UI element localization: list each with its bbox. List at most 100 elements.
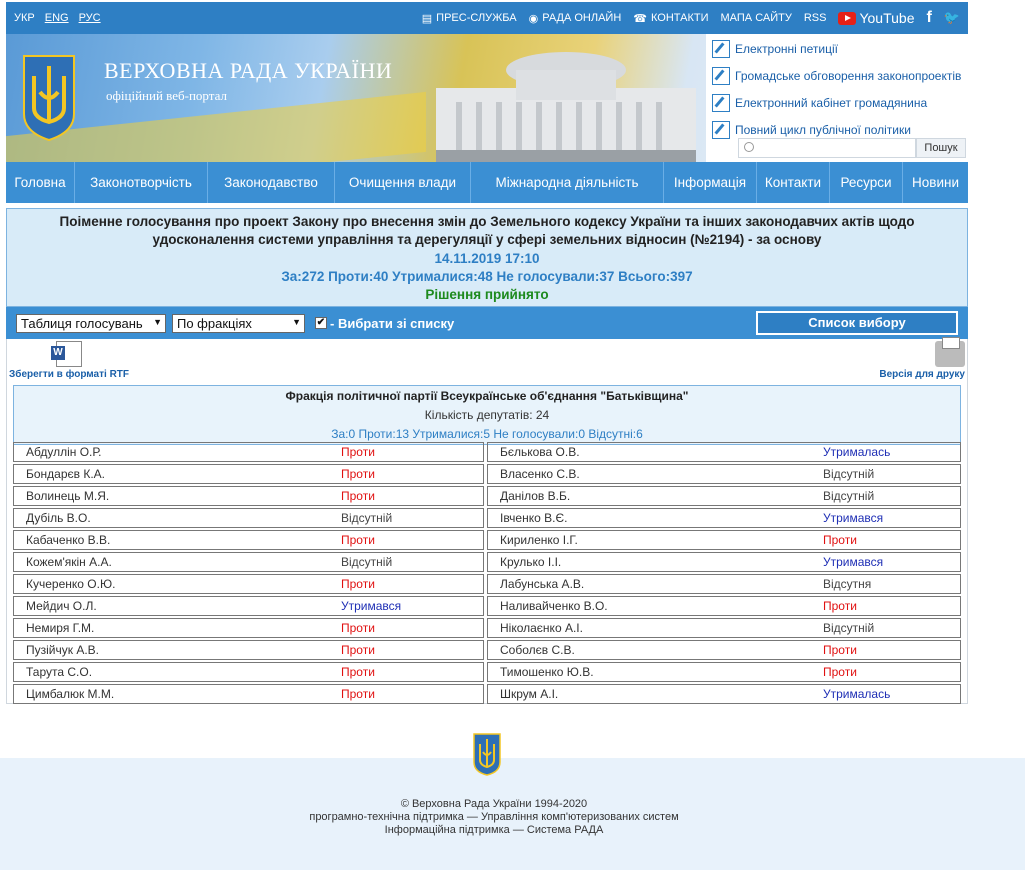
faction-name: Фракція політичної партії Всеукраїнське … bbox=[285, 389, 689, 403]
view-controls: Таблиця голосувань По фракціях ✔ - Вибра… bbox=[6, 307, 968, 339]
coat-of-arms-icon[interactable] bbox=[20, 52, 78, 142]
quick-links-panel: Електронні петиції Громадське обговоренн… bbox=[706, 34, 968, 162]
deputy-vote: Проти bbox=[823, 665, 857, 679]
deputy-row: Крулько І.І. Утримався bbox=[487, 552, 961, 572]
deputy-vote: Проти bbox=[341, 489, 375, 503]
rada-online-link[interactable]: ◉ РАДА ОНЛАЙН bbox=[529, 12, 622, 25]
citizen-cabinet-label: Електронний кабінет громадянина bbox=[735, 96, 928, 110]
deputy-name: Соболєв С.В. bbox=[500, 643, 575, 657]
deputy-vote: Проти bbox=[341, 577, 375, 591]
deputy-name: Абдуллін О.Р. bbox=[26, 445, 102, 459]
lang-ukr[interactable]: УКР bbox=[14, 12, 35, 24]
deputy-row: Данілов В.Б. Відсутній bbox=[487, 486, 961, 506]
deputy-name: Кожем'якін А.А. bbox=[26, 555, 112, 569]
select-from-list-checkbox[interactable]: ✔ - Вибрати зі списку bbox=[315, 316, 454, 331]
print-version-link[interactable]: Версія для друку bbox=[879, 337, 965, 380]
deputies-column-right: Бєлькова О.В. Утрималась Власенко С.В. Відс… bbox=[487, 442, 961, 706]
vote-summary: Поіменне голосування про проект Закону п… bbox=[6, 208, 968, 307]
nav-information[interactable]: Інформація bbox=[664, 162, 757, 203]
nav-lustration[interactable]: Очищення влади bbox=[335, 162, 471, 203]
view-select[interactable]: Таблиця голосувань bbox=[16, 313, 166, 333]
deputy-row: Кабаченко В.В. Проти bbox=[13, 530, 484, 550]
sitemap-link[interactable]: МАПА САЙТУ bbox=[721, 12, 792, 24]
public-discussion-link[interactable]: Громадське обговорення законопроектів bbox=[712, 67, 968, 85]
deputy-row: Пузійчук А.В. Проти bbox=[13, 640, 484, 660]
deputy-name: Дубіль В.О. bbox=[26, 511, 91, 525]
deputy-vote: Проти bbox=[341, 687, 375, 701]
checkbox-label: - Вибрати зі списку bbox=[330, 315, 455, 331]
contacts-link[interactable]: ☎ КОНТАКТИ bbox=[633, 12, 708, 25]
nav-lawmaking[interactable]: Законотворчість bbox=[75, 162, 208, 203]
policy-cycle-link[interactable]: Повний цикл публічної політики bbox=[712, 121, 968, 139]
deputy-vote: Відсутній bbox=[823, 489, 875, 503]
nav-resources[interactable]: Ресурси bbox=[830, 162, 903, 203]
deputy-vote: Проти bbox=[341, 533, 375, 547]
faction-header: Фракція політичної партії Всеукраїнське … bbox=[13, 385, 961, 445]
site-title[interactable]: ВЕРХОВНА РАДА УКРАЇНИ bbox=[104, 58, 392, 84]
rada-online-label: РАДА ОНЛАЙН bbox=[542, 12, 622, 24]
nav-home[interactable]: Головна bbox=[6, 162, 75, 203]
nav-contacts[interactable]: Контакти bbox=[757, 162, 830, 203]
group-select[interactable]: По фракціях bbox=[172, 313, 305, 333]
nav-international[interactable]: Міжнародна діяльність bbox=[471, 162, 664, 203]
tech-support: програмно-технічна підтримка — Управлінн… bbox=[309, 811, 679, 823]
deputy-name: Шкрум А.І. bbox=[500, 687, 559, 701]
press-link[interactable]: ▤ ПРЕС-СЛУЖБА bbox=[422, 12, 517, 25]
selection-list-button[interactable]: Список вибору bbox=[756, 311, 958, 335]
search-input[interactable] bbox=[738, 138, 916, 158]
deputy-name: Мейдич О.Л. bbox=[26, 599, 97, 613]
e-petitions-label: Електронні петиції bbox=[735, 42, 839, 56]
deputy-row: Дубіль В.О. Відсутній bbox=[13, 508, 484, 528]
deputy-name: Бєлькова О.В. bbox=[500, 445, 580, 459]
nav-news[interactable]: Новини bbox=[903, 162, 968, 203]
language-switcher: УКР ENG РУС bbox=[14, 12, 101, 24]
lang-rus[interactable]: РУС bbox=[79, 12, 101, 24]
vote-title: Поіменне голосування про проект Закону п… bbox=[59, 214, 915, 247]
press-label: ПРЕС-СЛУЖБА bbox=[436, 12, 517, 24]
deputy-row: Ніколаєнко А.І. Відсутній bbox=[487, 618, 961, 638]
deputy-name: Бондарєв К.А. bbox=[26, 467, 106, 481]
deputies-column-left: Абдуллін О.Р. Проти Бондарєв К.А. Проти Воли… bbox=[13, 442, 487, 706]
facebook-icon[interactable]: f bbox=[926, 9, 931, 27]
policy-cycle-label: Повний цикл публічної політики bbox=[735, 123, 911, 137]
broadcast-icon: ◉ bbox=[528, 12, 539, 25]
edit-icon bbox=[712, 121, 730, 139]
coat-of-arms-icon bbox=[473, 733, 501, 776]
public-discussion-label: Громадське обговорення законопроектів bbox=[735, 69, 962, 83]
deputy-vote: Проти bbox=[823, 533, 857, 547]
deputy-row: Наливайченко В.О. Проти bbox=[487, 596, 961, 616]
deputy-row: Бєлькова О.В. Утрималась bbox=[487, 442, 961, 462]
nav-legislation[interactable]: Законодавство bbox=[208, 162, 335, 203]
edit-icon bbox=[712, 40, 730, 58]
deputy-name: Немиря Г.М. bbox=[26, 621, 95, 635]
deputy-vote: Проти bbox=[341, 467, 375, 481]
deputy-name: Данілов В.Б. bbox=[500, 489, 571, 503]
citizen-cabinet-link[interactable]: Електронний кабінет громадянина bbox=[712, 94, 968, 112]
footer: © Верховна Рада України 1994-2020 програ… bbox=[0, 733, 1025, 870]
vote-result: Рішення прийнято bbox=[425, 287, 549, 302]
vote-datetime: 14.11.2019 17:10 bbox=[434, 251, 540, 266]
deputy-row: Мейдич О.Л. Утримався bbox=[13, 596, 484, 616]
deputy-name: Цимбалюк М.М. bbox=[26, 687, 115, 701]
rss-label: RSS bbox=[803, 12, 827, 24]
deputy-row: Бондарєв К.А. Проти bbox=[13, 464, 484, 484]
deputy-row: Цимбалюк М.М. Проти bbox=[13, 684, 484, 704]
vote-totals: За:272 Проти:40 Утрималися:48 Не голосув… bbox=[281, 269, 693, 284]
lang-eng[interactable]: ENG bbox=[45, 12, 69, 24]
results-content: W Зберегти в форматі RTF Версія для друк… bbox=[6, 337, 968, 706]
deputy-name: Ніколаєнко А.І. bbox=[500, 621, 583, 635]
save-rtf-link[interactable]: W Зберегти в форматі RTF bbox=[9, 341, 129, 380]
deputy-vote: Проти bbox=[341, 621, 375, 635]
twitter-icon[interactable]: 🐦 bbox=[944, 10, 960, 26]
deputy-name: Волинець М.Я. bbox=[26, 489, 110, 503]
youtube-link[interactable]: YouTube bbox=[838, 10, 914, 26]
search-button[interactable]: Пошук bbox=[916, 138, 966, 158]
contacts-label: КОНТАКТИ bbox=[651, 12, 709, 24]
deputy-vote: Утримався bbox=[341, 599, 402, 613]
deputy-vote: Проти bbox=[341, 665, 375, 679]
deputy-vote: Проти bbox=[341, 445, 375, 459]
rss-link[interactable]: RSS bbox=[804, 12, 827, 24]
deputy-vote: Утримався bbox=[823, 511, 884, 525]
deputy-vote: Відсутній bbox=[823, 621, 875, 635]
e-petitions-link[interactable]: Електронні петиції bbox=[712, 40, 968, 58]
